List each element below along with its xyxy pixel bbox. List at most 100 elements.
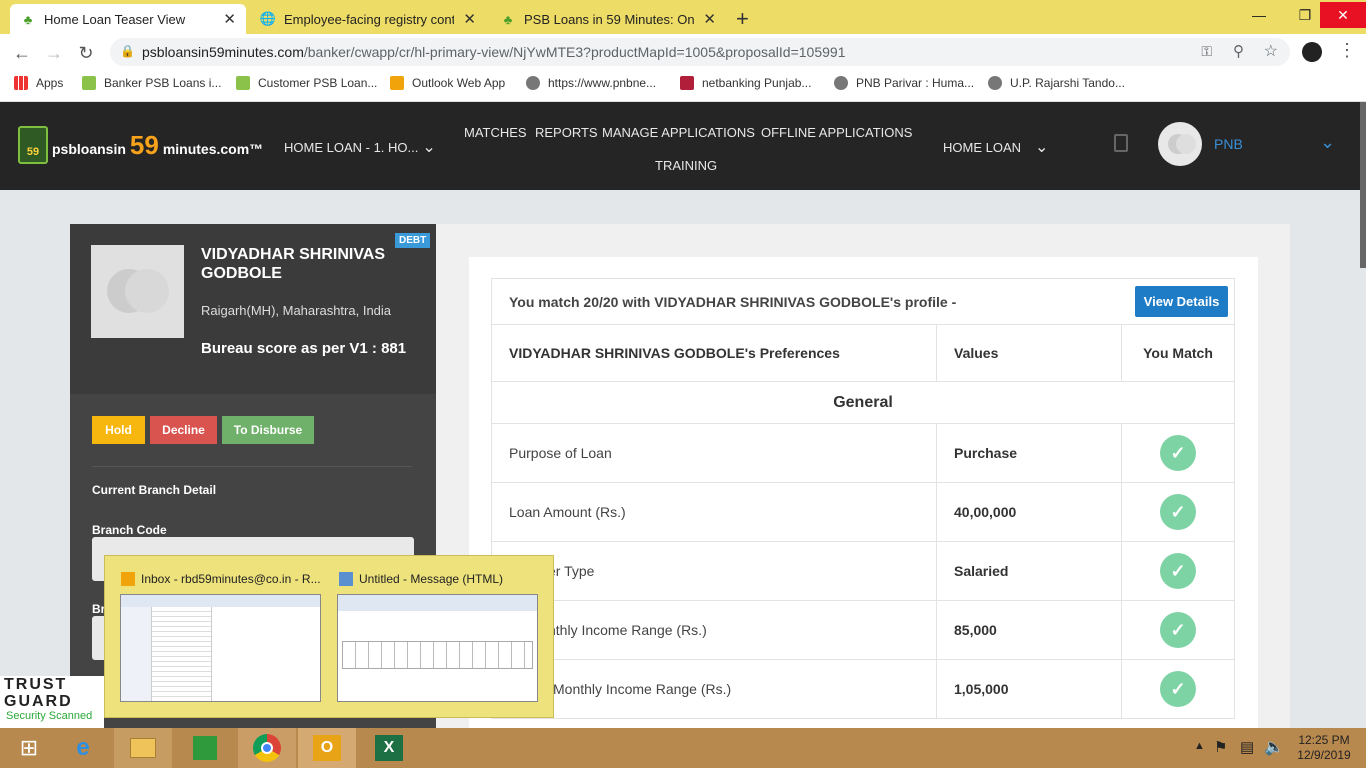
globe-icon bbox=[988, 76, 1002, 90]
nav-manage-applications[interactable]: MANAGE APPLICATIONS bbox=[602, 125, 755, 140]
psb-logo-icon bbox=[82, 76, 96, 90]
brand-logo[interactable]: psbloansin 59 minutes.com™ bbox=[52, 130, 263, 161]
taskbar-preview-popup: Inbox - rbd59minutes@co.in - R... Untitl… bbox=[104, 555, 554, 718]
check-icon: ✓ bbox=[1160, 612, 1196, 648]
back-icon[interactable]: ← bbox=[10, 41, 34, 65]
view-details-button[interactable]: View Details bbox=[1135, 286, 1228, 317]
chevron-down-icon: ⌄ bbox=[1035, 139, 1049, 156]
close-tab-icon[interactable]: ✕ bbox=[223, 10, 236, 28]
tab-psb-loans-online[interactable]: ♣ PSB Loans in 59 Minutes: Online ✕ bbox=[490, 4, 726, 34]
user-name[interactable]: PNB bbox=[1214, 136, 1243, 152]
column-header: VIDYADHAR SHRINIVAS GODBOLE's Preference… bbox=[491, 324, 937, 382]
bookmark-up-rajarshi[interactable]: U.P. Rajarshi Tando... bbox=[988, 76, 1125, 90]
preview-message-thumbnail[interactable] bbox=[337, 594, 538, 702]
nav-training[interactable]: TRAINING bbox=[655, 158, 717, 173]
nav-reports[interactable]: REPORTS bbox=[535, 125, 598, 140]
file-explorer-icon[interactable] bbox=[114, 728, 172, 768]
excel-icon[interactable]: X bbox=[360, 728, 418, 768]
globe-icon: 🌐 bbox=[259, 11, 277, 26]
store-icon[interactable] bbox=[176, 728, 234, 768]
profile-avatar[interactable] bbox=[1302, 42, 1322, 62]
pnb-logo-icon bbox=[680, 76, 694, 90]
clock[interactable]: 12:25 PM 12/9/2019 bbox=[1296, 733, 1352, 763]
windows-start-icon[interactable]: ⊞ bbox=[0, 728, 58, 768]
close-tab-icon[interactable]: ✕ bbox=[463, 10, 476, 28]
preference-label: Purpose of Loan bbox=[491, 423, 937, 483]
preview-message-title[interactable]: Untitled - Message (HTML) bbox=[339, 572, 503, 586]
trust-guard-seal[interactable]: TRUST GUARD Security Scanned bbox=[0, 676, 104, 728]
close-window-button[interactable]: ✕ bbox=[1320, 2, 1366, 28]
bookmark-customer[interactable]: Customer PSB Loan... bbox=[236, 76, 377, 90]
table-header-row: VIDYADHAR SHRINIVAS GODBOLE's Preference… bbox=[491, 324, 1235, 382]
close-tab-icon[interactable]: ✕ bbox=[703, 10, 716, 28]
tray-overflow-icon[interactable]: ▲ bbox=[1194, 740, 1205, 752]
network-icon[interactable]: ▤ bbox=[1240, 738, 1254, 756]
to-disburse-button[interactable]: To Disburse bbox=[222, 416, 314, 444]
column-header: You Match bbox=[1121, 324, 1235, 382]
apps-grid-icon bbox=[14, 76, 28, 90]
divider bbox=[92, 466, 412, 467]
nav-offline-applications[interactable]: OFFLINE APPLICATIONS bbox=[761, 125, 912, 140]
url-field[interactable]: 🔒 psbloansin59minutes.com/banker/cwapp/c… bbox=[110, 38, 1290, 66]
branch-detail-title: Current Branch Detail bbox=[92, 483, 217, 497]
bookmark-banker[interactable]: Banker PSB Loans i... bbox=[82, 76, 221, 90]
table-row: nthly Income Range (Rs.) 85,000 ✓ bbox=[491, 600, 1235, 660]
preference-value: 40,00,000 bbox=[936, 482, 1122, 542]
psb-logo-icon: ♣ bbox=[23, 11, 33, 27]
nav-matches[interactable]: MATCHES bbox=[464, 125, 527, 140]
action-center-icon[interactable]: ⚑ bbox=[1214, 738, 1227, 756]
app-header: 59 psbloansin 59 minutes.com™ HOME LOAN … bbox=[0, 102, 1366, 190]
volume-icon[interactable]: 🔈 bbox=[1264, 737, 1284, 757]
bookmark-netbanking[interactable]: netbanking Punjab... bbox=[680, 76, 811, 90]
section-row: General bbox=[491, 381, 1235, 424]
chevron-down-icon: ⌄ bbox=[422, 139, 436, 156]
zoom-icon[interactable]: ⚲ bbox=[1233, 42, 1244, 60]
reload-icon[interactable]: ↻ bbox=[74, 41, 98, 65]
forward-icon[interactable]: → bbox=[42, 41, 66, 65]
column-header: Values bbox=[936, 324, 1122, 382]
preferences-table: VIDYADHAR SHRINIVAS GODBOLE's Preference… bbox=[491, 324, 1235, 719]
applicant-summary: DEBT VIDYADHAR SHRINIVAS GODBOLE Raigarh… bbox=[70, 224, 436, 394]
preference-value: 85,000 bbox=[936, 600, 1122, 660]
calculator-icon[interactable] bbox=[1114, 134, 1128, 152]
preference-value: 1,05,000 bbox=[936, 659, 1122, 719]
check-icon: ✓ bbox=[1160, 435, 1196, 471]
bookmark-apps[interactable]: Apps bbox=[14, 76, 63, 90]
preference-label: Loan Amount (Rs.) bbox=[491, 482, 937, 542]
preview-inbox-title[interactable]: Inbox - rbd59minutes@co.in - R... bbox=[121, 572, 321, 586]
outlook-taskbar-icon[interactable]: O bbox=[298, 728, 356, 768]
chevron-down-icon[interactable]: ⌄ bbox=[1320, 132, 1335, 153]
psb-logo-icon[interactable]: 59 bbox=[18, 126, 48, 164]
preview-inbox-thumbnail[interactable] bbox=[120, 594, 321, 702]
table-row: er Type Salaried ✓ bbox=[491, 541, 1235, 601]
preference-value: Purchase bbox=[936, 423, 1122, 483]
globe-icon bbox=[526, 76, 540, 90]
new-tab-button[interactable]: + bbox=[736, 6, 749, 32]
user-avatar[interactable] bbox=[1158, 122, 1202, 166]
star-icon[interactable]: ☆ bbox=[1264, 41, 1278, 61]
applicant-location: Raigarh(MH), Maharashtra, India bbox=[201, 303, 392, 318]
table-row: Loan Amount (Rs.) 40,00,000 ✓ bbox=[491, 482, 1235, 542]
hold-button[interactable]: Hold bbox=[92, 416, 145, 444]
product-select[interactable]: HOME LOAN - 1. HO... ⌄ bbox=[284, 137, 436, 157]
minimize-button[interactable]: — bbox=[1236, 2, 1282, 28]
menu-icon[interactable]: ⋮ bbox=[1338, 40, 1356, 61]
debt-badge: DEBT bbox=[395, 233, 431, 248]
bookmarks-bar: Apps Banker PSB Loans i... Customer PSB … bbox=[0, 70, 1366, 102]
bookmark-pnbnet[interactable]: https://www.pnbne... bbox=[526, 76, 656, 90]
tab-home-loan-teaser[interactable]: ♣ Home Loan Teaser View ✕ bbox=[10, 4, 246, 34]
check-icon: ✓ bbox=[1160, 553, 1196, 589]
match-summary-bar: You match 20/20 with VIDYADHAR SHRINIVAS… bbox=[491, 278, 1235, 325]
key-icon[interactable]: ⚿ bbox=[1201, 43, 1212, 60]
page-scrollbar[interactable] bbox=[1360, 102, 1366, 268]
chrome-icon[interactable] bbox=[238, 728, 296, 768]
decline-button[interactable]: Decline bbox=[150, 416, 217, 444]
tab-employee-registry[interactable]: 🌐 Employee-facing registry content ✕ bbox=[250, 4, 486, 34]
windows-taskbar: ⊞ e O X ▲ ⚑ ▤ 🔈 12:25 PM 12/9/2019 bbox=[0, 728, 1366, 768]
loan-type-select[interactable]: HOME LOAN ⌄ bbox=[943, 137, 1048, 157]
lock-icon: 🔒 bbox=[120, 44, 135, 58]
bookmark-outlook[interactable]: Outlook Web App bbox=[390, 76, 505, 90]
internet-explorer-icon[interactable]: e bbox=[54, 728, 112, 768]
psb-logo-icon bbox=[236, 76, 250, 90]
bookmark-pnb-parivar[interactable]: PNB Parivar : Huma... bbox=[834, 76, 974, 90]
